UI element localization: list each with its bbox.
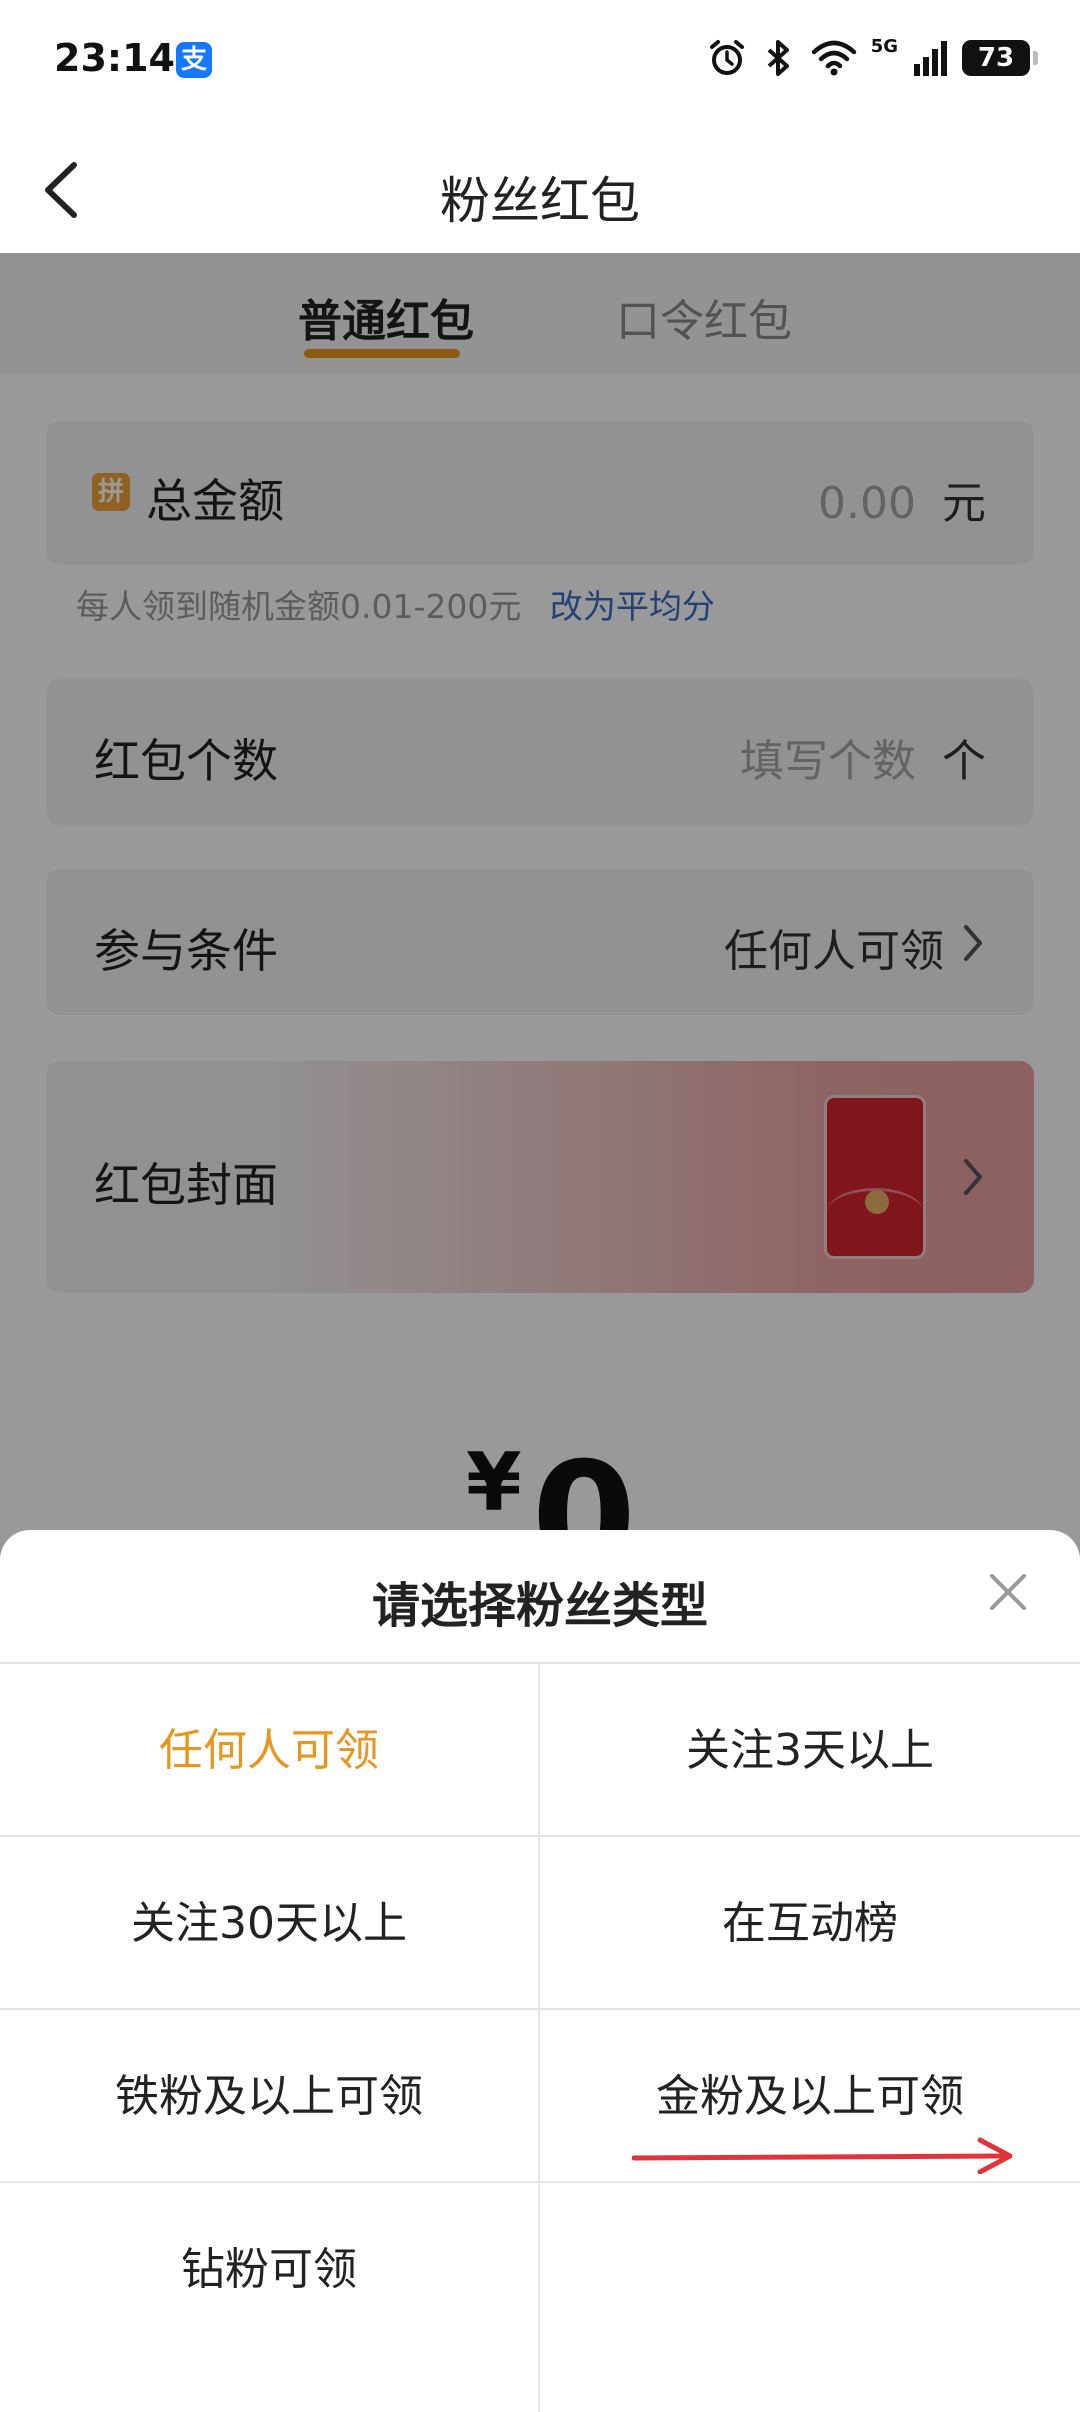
close-icon[interactable]	[980, 1564, 1036, 1620]
empty-cell	[538, 2183, 1080, 2412]
battery-icon: 73	[962, 40, 1038, 76]
annotation-arrow-icon	[632, 2137, 1013, 2174]
option-anyone[interactable]: 任何人可领	[0, 1664, 538, 1837]
option-follow-30-days[interactable]: 关注30天以上	[0, 1837, 538, 2010]
sheet-title: 请选择粉丝类型	[371, 1578, 708, 1634]
bluetooth-icon	[767, 40, 789, 76]
wifi-icon	[811, 40, 856, 76]
fan-type-sheet: 请选择粉丝类型 任何人可领 关注3天以上 关注30天以上 在互动榜 铁粉及以上可…	[0, 1530, 1080, 2412]
status-icons: 5G 73	[707, 35, 1038, 78]
signal-icon	[914, 41, 947, 76]
fan-type-grid: 任何人可领 关注3天以上 关注30天以上 在互动榜 铁粉及以上可领 金粉及以上可…	[0, 1662, 1080, 2412]
page-title: 粉丝红包	[440, 172, 640, 230]
header: 粉丝红包	[0, 125, 1080, 253]
alarm-icon	[709, 40, 744, 75]
alipay-icon: 支	[176, 42, 212, 78]
option-interaction-rank[interactable]: 在互动榜	[538, 1837, 1080, 2010]
option-diamond-fan[interactable]: 钻粉可领	[0, 2183, 538, 2356]
network-label: 5G	[870, 35, 898, 57]
status-bar: 23:14 支 5G 73	[0, 0, 1080, 125]
option-iron-fan[interactable]: 铁粉及以上可领	[0, 2010, 538, 2183]
status-time: 23:14	[54, 36, 175, 80]
option-follow-3-days[interactable]: 关注3天以上	[538, 1664, 1080, 1837]
